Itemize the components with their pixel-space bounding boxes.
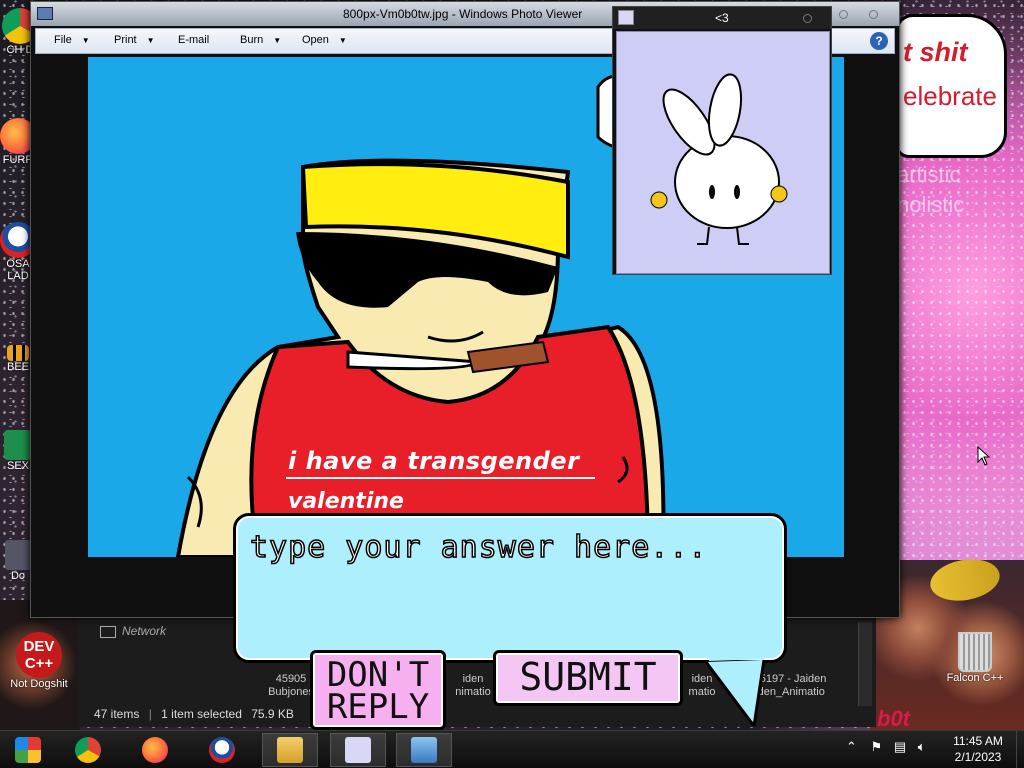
flag-icon[interactable]: ⚑ xyxy=(871,739,883,754)
show-desktop-button[interactable] xyxy=(1016,731,1024,768)
obama-icon xyxy=(209,737,235,763)
bing-maps-icon xyxy=(15,737,41,763)
bunny-icon xyxy=(618,10,634,25)
bunny-icon xyxy=(345,737,371,763)
speech-tail xyxy=(706,653,766,726)
menu-burn-label: Burn xyxy=(240,34,264,46)
chevron-down-icon: ▼ xyxy=(81,36,90,45)
file-explorer-icon xyxy=(277,737,303,763)
taskbar-app[interactable] xyxy=(0,733,56,767)
nav-network[interactable]: Network xyxy=(100,624,166,638)
close-button[interactable] xyxy=(803,14,812,23)
window-title: 800px-Vm0b0tw.jpg - Windows Photo Viewer xyxy=(343,7,583,21)
photo-viewer-icon xyxy=(37,7,53,20)
taskbar-app[interactable] xyxy=(194,733,250,767)
thumbnail-label[interactable]: iden nimatio xyxy=(448,673,498,699)
menu-print-label: Print xyxy=(114,34,137,46)
item-count: 47 items xyxy=(94,707,140,721)
desktop-icon-dev-cpp[interactable]: DEV C++ Not Dogshit xyxy=(4,632,74,690)
wallpaper-side-text: artistic nolistic xyxy=(897,160,964,220)
system-tray: ⌃ ⚑ ▤ 🔈︎ xyxy=(846,739,926,755)
taskbar-app[interactable] xyxy=(127,733,183,767)
image-caption-line2: valentine xyxy=(288,489,404,514)
selected-count: 1 item selected xyxy=(161,707,242,721)
bee-icon xyxy=(7,345,29,361)
close-button[interactable] xyxy=(869,10,878,19)
taskbar-app[interactable] xyxy=(396,733,452,767)
thumbnail-line1: iden xyxy=(462,673,484,685)
sticker-titlebar[interactable]: <3 xyxy=(613,7,831,29)
menu-print[interactable]: Print ▼ xyxy=(114,34,155,46)
taskbar-app[interactable] xyxy=(60,733,116,767)
sticker-title: <3 xyxy=(715,11,729,25)
menu-burn[interactable]: Burn ▼ xyxy=(240,34,281,46)
network-icon[interactable]: ▤ xyxy=(894,739,906,754)
clock-date: 2/1/2023 xyxy=(954,750,1002,764)
menu-open[interactable]: Open ▼ xyxy=(302,34,347,46)
recycle-bin-icon xyxy=(958,632,992,672)
wallpaper-bottom-text: b0t xyxy=(877,706,910,731)
minimize-button[interactable] xyxy=(839,10,848,19)
menu-file[interactable]: File ▼ xyxy=(54,34,90,46)
taskbar-app[interactable] xyxy=(330,733,386,767)
sticker-window[interactable]: <3 xyxy=(612,6,832,275)
thumbnail-line2: nimatio xyxy=(455,686,491,698)
desktop-icon-label: Falcon C++ xyxy=(946,672,1004,684)
dev-cpp-icon: DEV C++ xyxy=(16,632,62,678)
wallpaper-side-line2: nolistic xyxy=(897,192,965,217)
answer-placeholder: type your answer here... xyxy=(249,529,708,566)
volume-icon[interactable]: 🔈︎ xyxy=(918,739,926,754)
help-icon[interactable]: ? xyxy=(870,32,888,50)
desktop-icon-label: Not Dogshit xyxy=(10,678,68,690)
chevron-up-icon[interactable]: ⌃ xyxy=(846,739,857,754)
photo-viewer-icon xyxy=(411,737,437,763)
taskbar: ⌃ ⚑ ▤ 🔈︎ 11:45 AM 2/1/2023 xyxy=(0,730,1024,768)
menu-file-label: File xyxy=(54,34,72,46)
bubble-text-line2: elebrate xyxy=(903,81,997,111)
firefox-icon xyxy=(142,737,168,763)
chrome-icon xyxy=(75,737,101,763)
menu-email[interactable]: E-mail xyxy=(178,34,209,46)
selected-size: 75.9 KB xyxy=(251,707,294,721)
excel-icon xyxy=(4,430,32,460)
bunny-canvas xyxy=(616,31,830,274)
explorer-scrollbar[interactable] xyxy=(858,622,872,706)
dont-reply-button[interactable]: DON'T REPLY xyxy=(310,650,446,730)
desktop-icon-falcon[interactable]: Falcon C++ xyxy=(942,632,1008,684)
menu-open-label: Open xyxy=(302,34,329,46)
bunny-drawing xyxy=(650,73,788,245)
taskbar-app[interactable] xyxy=(262,733,318,767)
chevron-down-icon: ▼ xyxy=(273,36,282,45)
bubble-text-line1: t shit xyxy=(903,37,968,67)
clock[interactable]: 11:45 AM 2/1/2023 xyxy=(946,733,1010,765)
clock-time: 11:45 AM xyxy=(953,734,1003,748)
mouse-cursor-icon xyxy=(977,446,991,466)
wallpaper-speech-bubble: t shit elebrate xyxy=(895,14,1007,158)
doc-icon xyxy=(5,540,31,570)
image-caption-line1: i have a transgender xyxy=(285,447,596,479)
submit-button[interactable]: SUBMIT xyxy=(493,650,683,706)
chevron-down-icon: ▼ xyxy=(338,36,347,45)
answer-textbox[interactable]: type your answer here... xyxy=(233,513,787,663)
chevron-down-icon: ▼ xyxy=(146,36,155,45)
wallpaper-side-line1: artistic xyxy=(897,162,961,187)
menu-email-label: E-mail xyxy=(178,34,210,46)
